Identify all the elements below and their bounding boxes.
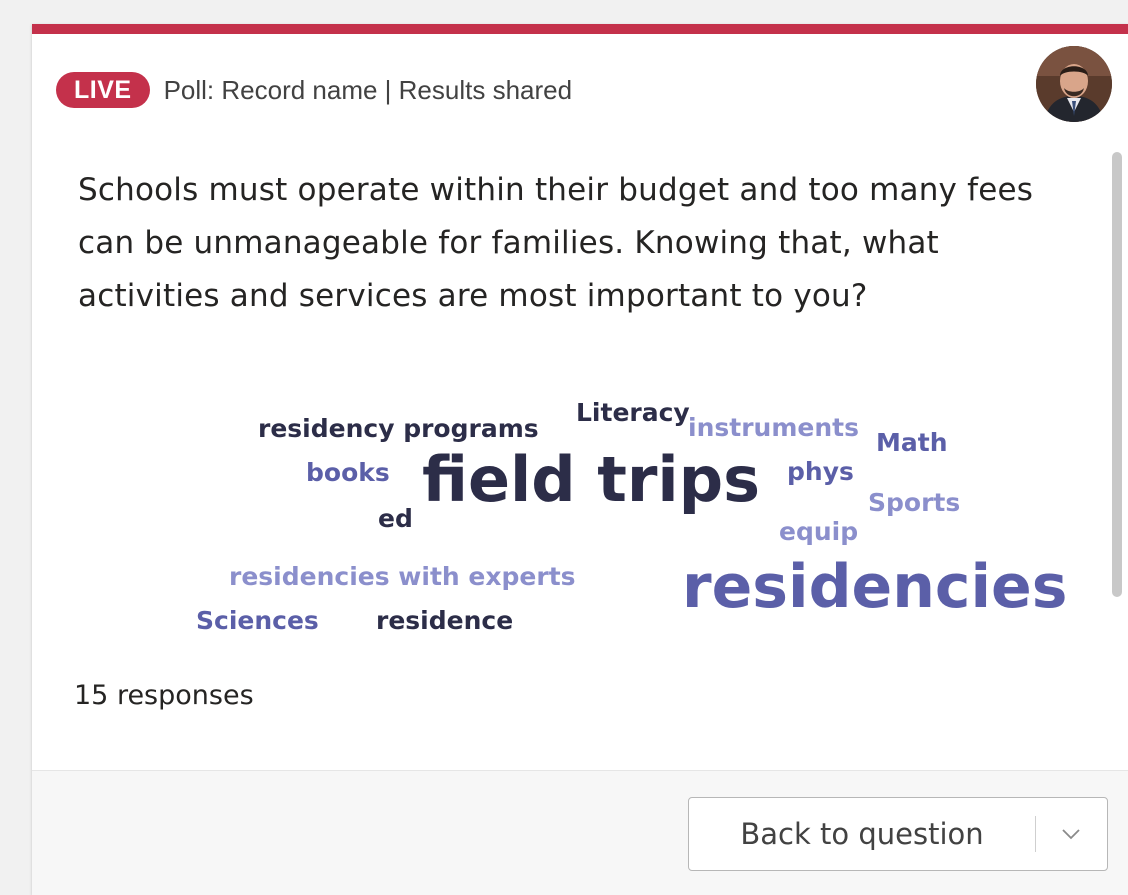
response-count: 15 responses: [74, 680, 254, 711]
chevron-down-icon[interactable]: [1055, 820, 1087, 848]
live-badge: LIVE: [56, 72, 150, 108]
word-cloud-word: residency programs: [258, 414, 539, 443]
button-divider: [1035, 816, 1036, 852]
poll-header: LIVE Poll: Record name | Results shared: [56, 72, 572, 108]
word-cloud-word: residencies: [682, 552, 1068, 622]
word-cloud-word: books: [306, 458, 390, 487]
word-cloud-word: residencies with experts: [229, 562, 576, 591]
avatar[interactable]: [1036, 46, 1112, 122]
word-cloud-word: ed: [378, 504, 413, 533]
word-cloud-word: Sciences: [196, 606, 319, 635]
word-cloud-word: residence: [376, 606, 514, 635]
poll-card: LIVE Poll: Record name | Results shared …: [32, 24, 1128, 895]
back-to-question-label[interactable]: Back to question: [689, 798, 1035, 870]
footer: Back to question: [32, 770, 1128, 895]
word-cloud-word: Sports: [868, 488, 961, 517]
word-cloud-word: Literacy: [576, 398, 690, 427]
person-photo-icon: [1036, 46, 1112, 122]
scrollbar[interactable]: [1112, 152, 1122, 597]
poll-question: Schools must operate within their budget…: [78, 172, 1034, 314]
word-cloud: residency programs Literacy instruments …: [32, 24, 1128, 724]
word-cloud-word: field trips: [422, 443, 760, 516]
word-cloud-word: Math: [876, 428, 948, 457]
word-cloud-word: phys: [787, 457, 854, 486]
poll-meta: Poll: Record name | Results shared: [163, 74, 573, 105]
word-cloud-word: equip: [779, 517, 859, 546]
accent-bar: [32, 24, 1128, 34]
word-cloud-word: instruments: [688, 413, 859, 442]
back-to-question-button[interactable]: Back to question: [688, 797, 1108, 871]
